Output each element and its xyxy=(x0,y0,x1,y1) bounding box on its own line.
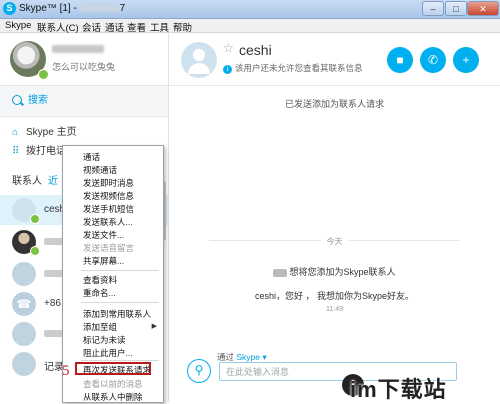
greeting-message: ceshi，您好 ， 我想加你为Skype好友。 xyxy=(254,291,415,301)
menu-item-share-screen[interactable]: 共享屏幕... xyxy=(83,255,124,267)
dialpad-icon: ⠿ xyxy=(12,146,20,157)
video-call-button[interactable]: ■ xyxy=(387,47,413,73)
menu-item-mark-unread[interactable]: 标记为未读 xyxy=(83,334,126,346)
tab-recent[interactable]: 近 xyxy=(48,176,58,187)
menu-item-view-old-messages: 查看以前的消息 xyxy=(83,379,143,389)
menu-item-send-im[interactable]: 发送即时消息 xyxy=(83,177,134,189)
contact-info-notice: i 该用户还未允许您查看其联系信息 xyxy=(223,62,363,74)
menu-item-send-file[interactable]: 发送文件... xyxy=(83,229,124,241)
menu-item-call[interactable]: 通话 xyxy=(83,151,100,163)
tab-contacts[interactable]: 联系人 xyxy=(12,176,42,187)
menu-item-remove-contact[interactable]: 从联系人中删除 xyxy=(83,391,143,403)
menu-separator xyxy=(81,270,159,271)
menu-item-video-call[interactable]: 视频通话 xyxy=(83,164,117,176)
minimize-button[interactable]: – xyxy=(422,1,444,16)
favorite-star-icon[interactable]: ☆ xyxy=(223,41,234,55)
contact-name-blurred xyxy=(44,330,64,337)
contact-request-message: 想将您添加为Skype联系人 xyxy=(169,265,500,278)
submenu-arrow-icon: ▶ xyxy=(151,323,157,330)
system-message: 已发送添加为联系人请求 xyxy=(284,99,384,109)
add-contact-button[interactable]: + xyxy=(453,47,479,73)
contact-avatar xyxy=(12,322,36,346)
contacts-tab-header: 联系人近 xyxy=(12,172,58,187)
profile-header[interactable]: 怎么可以吃兔兔 xyxy=(0,33,168,85)
nav-skype-home[interactable]: ⌂ Skype 主页 xyxy=(12,123,77,138)
search-input[interactable] xyxy=(28,93,148,107)
chat-panel: ☆ ceshi i 该用户还未允许您查看其联系信息 ■ ✆ + 已发送添加为联系人… xyxy=(169,33,500,401)
voice-call-button[interactable]: ✆ xyxy=(420,47,446,73)
menu-conversation[interactable]: 会话 xyxy=(82,20,101,34)
contact-avatar xyxy=(12,352,36,376)
contact-context-menu: 通话 视频通话 发送即时消息 发送视频信息 发送手机短信 发送联系人... 发送… xyxy=(62,145,164,403)
menu-contacts[interactable]: 联系人(C) xyxy=(37,20,79,34)
online-status-icon xyxy=(38,69,49,80)
message-timestamp: 11:49 xyxy=(326,306,343,313)
profile-mood[interactable]: 怎么可以吃兔兔 xyxy=(52,60,115,73)
site-watermark: i im下载站 xyxy=(334,366,500,402)
menu-item-send-video-message[interactable]: 发送视频信息 xyxy=(83,190,134,202)
close-button[interactable]: ✕ xyxy=(467,1,499,16)
maximize-button[interactable]: □ xyxy=(445,1,467,16)
step-number-annotation: 5 xyxy=(62,363,70,379)
menu-separator xyxy=(81,360,159,361)
profile-name-blurred xyxy=(52,45,104,53)
contact-name: 记录 xyxy=(44,362,64,373)
menu-item-send-voicemail: 发送语音留言 xyxy=(83,243,135,253)
contact-name-blurred xyxy=(44,270,64,277)
contact-name: +86 xyxy=(44,298,61,309)
date-divider: 今天 xyxy=(169,236,500,247)
menu-call[interactable]: 通话 xyxy=(105,20,124,34)
menu-item-add-favorites[interactable]: 添加到常用联系人 xyxy=(83,308,151,320)
pending-status-icon xyxy=(30,214,40,224)
phone-icon: ☎ xyxy=(12,292,36,316)
menu-separator xyxy=(81,302,159,303)
contact-avatar[interactable] xyxy=(181,42,217,78)
watermark-text: im下载站 xyxy=(350,377,447,402)
skype-logo-icon: S xyxy=(3,2,16,15)
home-icon: ⌂ xyxy=(12,127,19,138)
menu-help[interactable]: 帮助 xyxy=(173,20,192,34)
nav-make-call[interactable]: ⠿ 拨打电话 xyxy=(12,142,66,157)
online-status-icon xyxy=(30,246,40,256)
search-icon xyxy=(12,95,22,105)
menu-item-send-contacts[interactable]: 发送联系人... xyxy=(83,216,133,228)
info-icon: i xyxy=(223,65,232,74)
menu-view[interactable]: 查看 xyxy=(127,20,146,34)
menu-bar: Skype 联系人(C) 会话 通话 查看 工具 帮助 xyxy=(0,19,500,34)
menu-item-send-sms[interactable]: 发送手机短信 xyxy=(83,203,134,215)
title-bar: S Skype™ [1] - 7 – □ ✕ xyxy=(0,0,500,19)
contact-name-blurred xyxy=(44,238,64,245)
menu-tools[interactable]: 工具 xyxy=(150,20,169,34)
menu-item-view-profile[interactable]: 查看资料 xyxy=(83,274,117,286)
menu-skype[interactable]: Skype xyxy=(5,20,31,31)
chat-contact-name[interactable]: ceshi xyxy=(239,42,272,58)
chat-header: ☆ ceshi i 该用户还未允许您查看其联系信息 ■ ✆ + xyxy=(169,33,500,86)
menu-item-block-user[interactable]: 阻止此用户... xyxy=(83,347,133,359)
contact-avatar xyxy=(12,262,36,286)
search-bar xyxy=(0,85,168,117)
attach-icon[interactable]: ⚲ xyxy=(187,359,211,383)
window-title: Skype™ [1] - 7 xyxy=(19,3,126,14)
menu-item-rename[interactable]: 重命名... xyxy=(83,287,116,299)
menu-item-add-to-group[interactable]: 添加至组 xyxy=(83,321,117,333)
highlight-box xyxy=(75,362,151,375)
